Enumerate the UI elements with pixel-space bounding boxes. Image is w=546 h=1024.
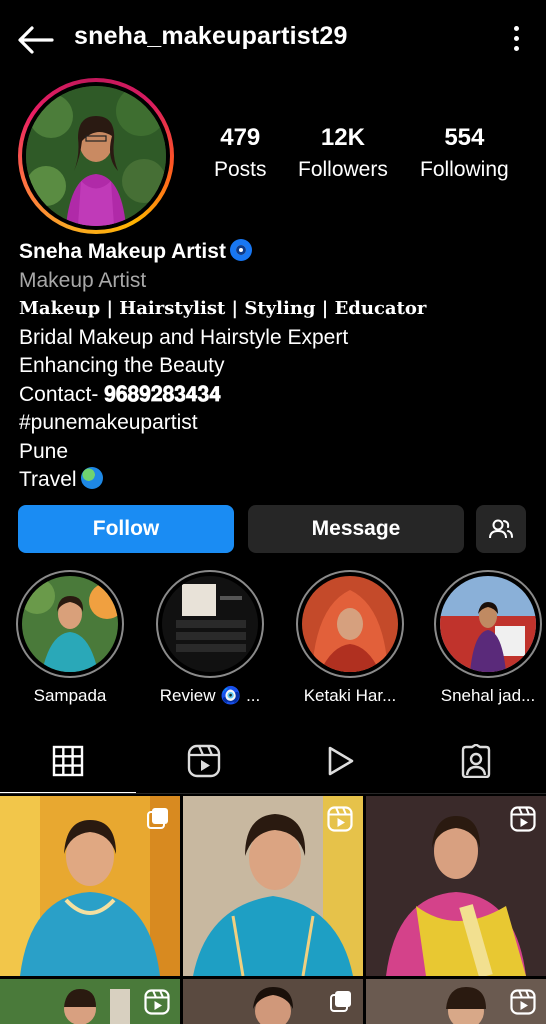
bio-tagline: 𝐌𝐚𝐤𝐞𝐮𝐩 | 𝐇𝐚𝐢𝐫𝐬𝐭𝐲𝐥𝐢𝐬𝐭 | 𝐒𝐭𝐲𝐥𝐢𝐧𝐠 | 𝐄𝐝𝐮𝐜𝐚𝐭𝐨…	[19, 298, 427, 319]
highlight-label: Snehal jad...	[440, 686, 536, 705]
highlight-cover	[162, 576, 258, 672]
profile-actions: Follow Message	[18, 505, 526, 553]
contact-number: 𝟗𝟔𝟖𝟗𝟐𝟖𝟑𝟒𝟑𝟒	[104, 382, 221, 406]
bio-line-1: Bridal Makeup and Hairstyle Expert	[19, 325, 349, 349]
display-name-line: Sneha Makeup Artist	[19, 238, 529, 267]
follow-button[interactable]: Follow	[18, 505, 234, 553]
profile-avatar[interactable]	[18, 78, 174, 234]
profile-username: sneha_makeupartist29	[74, 22, 348, 50]
bio-city: Pune	[19, 439, 69, 463]
category: Makeup Artist	[19, 268, 147, 292]
highlight-cover	[302, 576, 398, 672]
followers-stat[interactable]: 12K Followers	[298, 124, 388, 182]
nazar-emoji-icon	[229, 239, 252, 261]
bio-line-2: Enhancing the Beauty	[19, 354, 225, 377]
highlight-item[interactable]: Sampada	[14, 570, 126, 706]
bio-travel: Travel	[19, 468, 77, 491]
highlight-cover	[22, 576, 118, 672]
highlight-item[interactable]: Review 🧿 ...	[154, 570, 266, 706]
bio-hashtag[interactable]: #punemakeupartist	[19, 409, 529, 438]
reels-icon[interactable]	[136, 728, 272, 794]
post-thumbnail[interactable]	[183, 796, 363, 976]
highlight-cover	[440, 576, 536, 672]
bio-contact: Contact- 𝟗𝟔𝟖𝟗𝟐𝟖𝟑𝟒𝟑𝟒	[19, 381, 529, 410]
post-thumbnail[interactable]	[366, 796, 546, 976]
top-bar: sneha_makeupartist29	[0, 0, 546, 80]
following-count: 554	[444, 124, 485, 151]
avatar	[26, 86, 166, 226]
contact-prefix: Contact-	[19, 382, 105, 406]
highlight-label: Sampada	[33, 686, 107, 705]
posts-count: 479	[220, 124, 261, 151]
profile-bio: Sneha Makeup Artist Makeup Artist 𝐌𝐚𝐤𝐞𝐮𝐩…	[19, 238, 529, 495]
story-highlights: Sampada Review 🧿 ... Ketaki Har... Sneha…	[0, 570, 546, 710]
posts-label: Posts	[214, 158, 267, 181]
multiple-posts-icon	[329, 989, 353, 1018]
more-vertical-icon[interactable]	[512, 26, 520, 54]
globe-icon	[80, 467, 103, 489]
highlight-item[interactable]: Ketaki Har...	[294, 570, 406, 706]
following-label: Following	[420, 158, 509, 181]
tabs-divider	[0, 793, 546, 794]
display-name: Sneha Makeup Artist	[19, 240, 226, 263]
reels-icon	[510, 989, 536, 1020]
reels-icon	[510, 806, 536, 837]
message-button[interactable]: Message	[248, 505, 464, 553]
play-icon[interactable]	[272, 728, 408, 794]
highlight-label: Ketaki Har...	[303, 686, 397, 705]
reels-icon	[144, 989, 170, 1020]
bio-travel-line: Travel	[19, 466, 529, 495]
tagged-icon[interactable]	[408, 728, 544, 794]
multiple-posts-icon	[146, 806, 170, 835]
reels-icon	[327, 806, 353, 837]
followers-label: Followers	[298, 158, 388, 181]
arrow-left-icon[interactable]	[16, 24, 56, 56]
posts-grid	[0, 796, 546, 1024]
highlight-item[interactable]: Snehal jad...	[432, 570, 544, 706]
profile-tabs	[0, 728, 546, 794]
grid-icon[interactable]	[0, 728, 136, 794]
post-thumbnail[interactable]	[0, 796, 180, 976]
followers-count: 12K	[320, 124, 365, 151]
add-person-icon[interactable]	[476, 505, 526, 553]
post-thumbnail[interactable]	[366, 979, 546, 1024]
highlight-label: Review 🧿 ...	[159, 686, 261, 705]
post-thumbnail[interactable]	[183, 979, 363, 1024]
posts-stat: 479 Posts	[214, 124, 267, 182]
following-stat[interactable]: 554 Following	[420, 124, 509, 182]
post-thumbnail[interactable]	[0, 979, 180, 1024]
